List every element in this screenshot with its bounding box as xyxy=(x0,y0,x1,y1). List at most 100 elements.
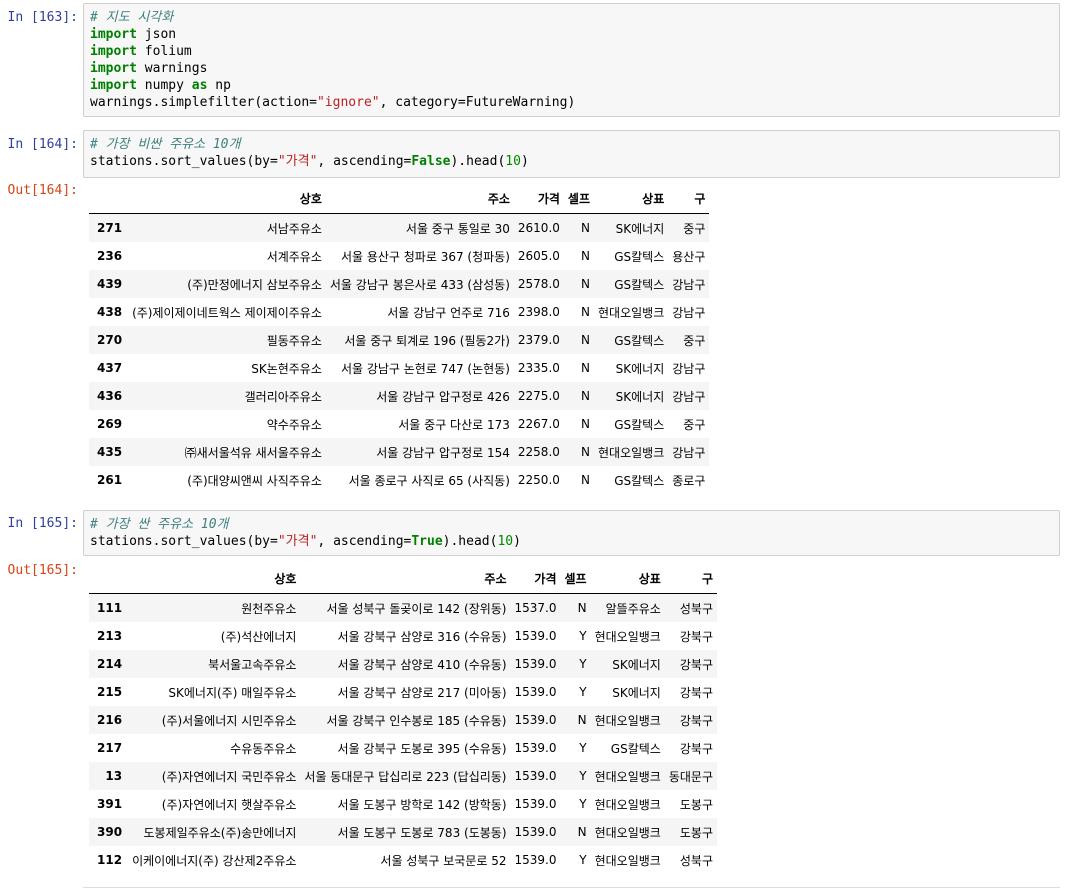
table-cell: 성북구 xyxy=(679,853,714,868)
table-cell: 강남구 xyxy=(672,305,706,320)
table-cell: 약수주유소 xyxy=(266,417,322,432)
column-header: 셀프 xyxy=(560,563,591,594)
row-index: 390 xyxy=(97,825,123,839)
table-cell: Y xyxy=(579,797,587,811)
code-line: import warnings xyxy=(90,60,1053,77)
table-cell: 이케이에너지(주) 강산제2주유소 xyxy=(132,853,297,868)
table-cell: 1539.0 xyxy=(514,853,557,867)
code-cell-164[interactable]: # 가장 비싼 주유소 10개 stations.sort_values(by="… xyxy=(83,130,1060,178)
table-cell: 종로구 xyxy=(672,473,706,488)
table-cell: 서울 중구 퇴계로 196 (필동2가) xyxy=(344,333,510,348)
table-row: 236 서계주유소 서울 용산구 청파로 367 (청파동) 2605.0 N GS칼텍스… xyxy=(89,242,709,270)
code-token: stations.sort_values(by= xyxy=(90,534,278,549)
table-cell: SK에너지(주) 매일주유소 xyxy=(168,685,297,700)
table-cell: 현대오일뱅크 xyxy=(594,797,661,812)
table-cell: 서울 성북구 돌곶이로 142 (장위동) xyxy=(326,601,507,616)
table-cell: N xyxy=(581,333,590,347)
code-line: stations.sort_values(by="가격", ascending=… xyxy=(90,153,1053,170)
table-cell: 강북구 xyxy=(679,657,714,672)
table-cell: 1539.0 xyxy=(514,657,557,671)
table-cell: 강북구 xyxy=(679,629,714,644)
row-index: 13 xyxy=(105,769,123,783)
row-index: 439 xyxy=(97,277,123,291)
table-cell: Y xyxy=(579,629,587,643)
table-cell: 중구 xyxy=(683,221,706,236)
table-cell: 강북구 xyxy=(679,741,714,756)
table-cell: 도봉제일주유소(주)송만에너지 xyxy=(143,825,297,840)
row-index: 236 xyxy=(97,249,123,263)
table-cell: 갤러리아주유소 xyxy=(244,389,322,404)
code-token: # 지도 시각화 xyxy=(90,10,174,25)
code-token: 10 xyxy=(505,154,521,169)
table-row: 216 (주)서울에너지 시민주유소 서울 강북구 인수봉로 185 (수유동) 15… xyxy=(89,706,718,734)
table-row: 13 (주)자연에너지 국민주유소 서울 동대문구 답십리로 223 (답십리동) 1… xyxy=(89,762,718,790)
row-index: 271 xyxy=(97,221,123,235)
table-row: 391 (주)자연에너지 햇살주유소 서울 도봉구 방학로 142 (방학동) 153… xyxy=(89,790,717,818)
code-token: ).head( xyxy=(450,154,506,169)
table-cell: SK논현주유소 xyxy=(251,361,322,376)
table-row: 439 (주)만정에너지 삼보주유소 서울 강남구 봉은사로 433 (삼성동) 25… xyxy=(89,270,710,298)
code-token: import xyxy=(90,27,137,42)
table-cell: 서울 도봉구 도봉로 783 (도봉동) xyxy=(337,825,507,840)
column-header: 가격 xyxy=(510,563,561,594)
table-cell: SK에너지 xyxy=(615,361,665,376)
out-prompt-164: Out[164]: xyxy=(7,183,78,198)
in-prompt-163: In [163]: xyxy=(7,10,78,25)
code-line: # 지도 시각화 xyxy=(90,9,1053,26)
table-cell: 강남구 xyxy=(672,361,706,376)
column-header: 구 xyxy=(668,183,710,214)
table-cell: ㈜새서울석유 새서울주유소 xyxy=(184,445,322,460)
row-index: 438 xyxy=(97,305,123,319)
column-header: 주소 xyxy=(325,183,514,214)
row-index: 391 xyxy=(97,797,123,811)
row-index: 436 xyxy=(97,389,123,403)
table-cell: 2610.0 xyxy=(517,221,560,235)
code-token: warnings.simplefilter(action= xyxy=(90,95,317,110)
table-cell: 서울 종로구 사직로 65 (사직동) xyxy=(348,473,510,488)
table-cell: 1539.0 xyxy=(514,825,557,839)
dataframe-output-165: 상호 주소 가격 셀프 상표 구 111 원천주유소 서울 성북구 돌곶이로 142 (장위동)… xyxy=(89,563,718,874)
code-token: , category=FutureWarning) xyxy=(379,95,576,110)
code-token: , ascending= xyxy=(317,154,412,169)
table-cell: 현대오일뱅크 xyxy=(594,629,661,644)
table-cell: 동대문구 xyxy=(668,769,714,784)
code-line: import folium xyxy=(90,43,1053,60)
row-index: 261 xyxy=(97,473,123,487)
table-cell: 용산구 xyxy=(672,249,706,264)
code-token: json xyxy=(136,27,177,42)
table-cell: 1539.0 xyxy=(514,713,557,727)
table-cell: 현대오일뱅크 xyxy=(594,825,661,840)
table-cell: N xyxy=(577,601,587,615)
table-cell: 도봉구 xyxy=(679,825,714,840)
table-cell: 2398.0 xyxy=(517,305,560,319)
table-cell: 서울 강남구 압구정로 426 xyxy=(376,389,510,404)
code-token: False xyxy=(411,154,451,169)
table-cell: 1539.0 xyxy=(514,741,557,755)
out-prompt-165: Out[165]: xyxy=(7,563,78,578)
table-cell: 1539.0 xyxy=(514,629,557,643)
table-row: 436 갤러리아주유소 서울 강남구 압구정로 426 2275.0 N SK에너지 강남구 xyxy=(89,382,710,410)
table-cell: SK에너지 xyxy=(615,389,665,404)
table-cell: GS칼텍스 xyxy=(610,741,661,756)
in-prompt-165: In [165]: xyxy=(7,516,78,531)
code-cell-163[interactable]: # 지도 시각화 import json import folium import w… xyxy=(83,3,1060,117)
table-cell: 2379.0 xyxy=(517,333,560,347)
table-row: 269 약수주유소 서울 중구 다산로 173 2267.0 N GS칼텍스 중구 xyxy=(89,410,709,438)
table-cell: 서울 강남구 압구정로 154 xyxy=(376,445,510,460)
code-line: warnings.simplefilter(action="ignore", c… xyxy=(90,94,1053,111)
code-line: # 가장 비싼 주유소 10개 xyxy=(90,136,1053,153)
table-cell: 서울 강북구 도봉로 395 (수유동) xyxy=(337,741,507,756)
table-cell: (주)제이제이네트웍스 제이제이주유소 xyxy=(132,305,322,320)
column-header: 상호 xyxy=(128,563,301,594)
code-token: "가격" xyxy=(277,534,318,549)
table-cell: 현대오일뱅크 xyxy=(594,769,661,784)
table-cell: 서울 강북구 삼양로 410 (수유동) xyxy=(337,657,507,672)
table-cell: Y xyxy=(579,685,587,699)
column-header: 가격 xyxy=(513,183,564,214)
table-cell: 서울 성북구 보국문로 52 xyxy=(380,853,507,868)
code-cell-165[interactable]: # 가장 싼 주유소 10개 stations.sort_values(by="가… xyxy=(83,510,1060,556)
row-index: 269 xyxy=(97,417,123,431)
table-cell: 강북구 xyxy=(679,713,714,728)
table-row: 438 (주)제이제이네트웍스 제이제이주유소 서울 강남구 언주로 716 2398… xyxy=(89,298,709,326)
table-row: 435 ㈜새서울석유 새서울주유소 서울 강남구 압구정로 154 2258.0 N 현대… xyxy=(89,438,710,466)
